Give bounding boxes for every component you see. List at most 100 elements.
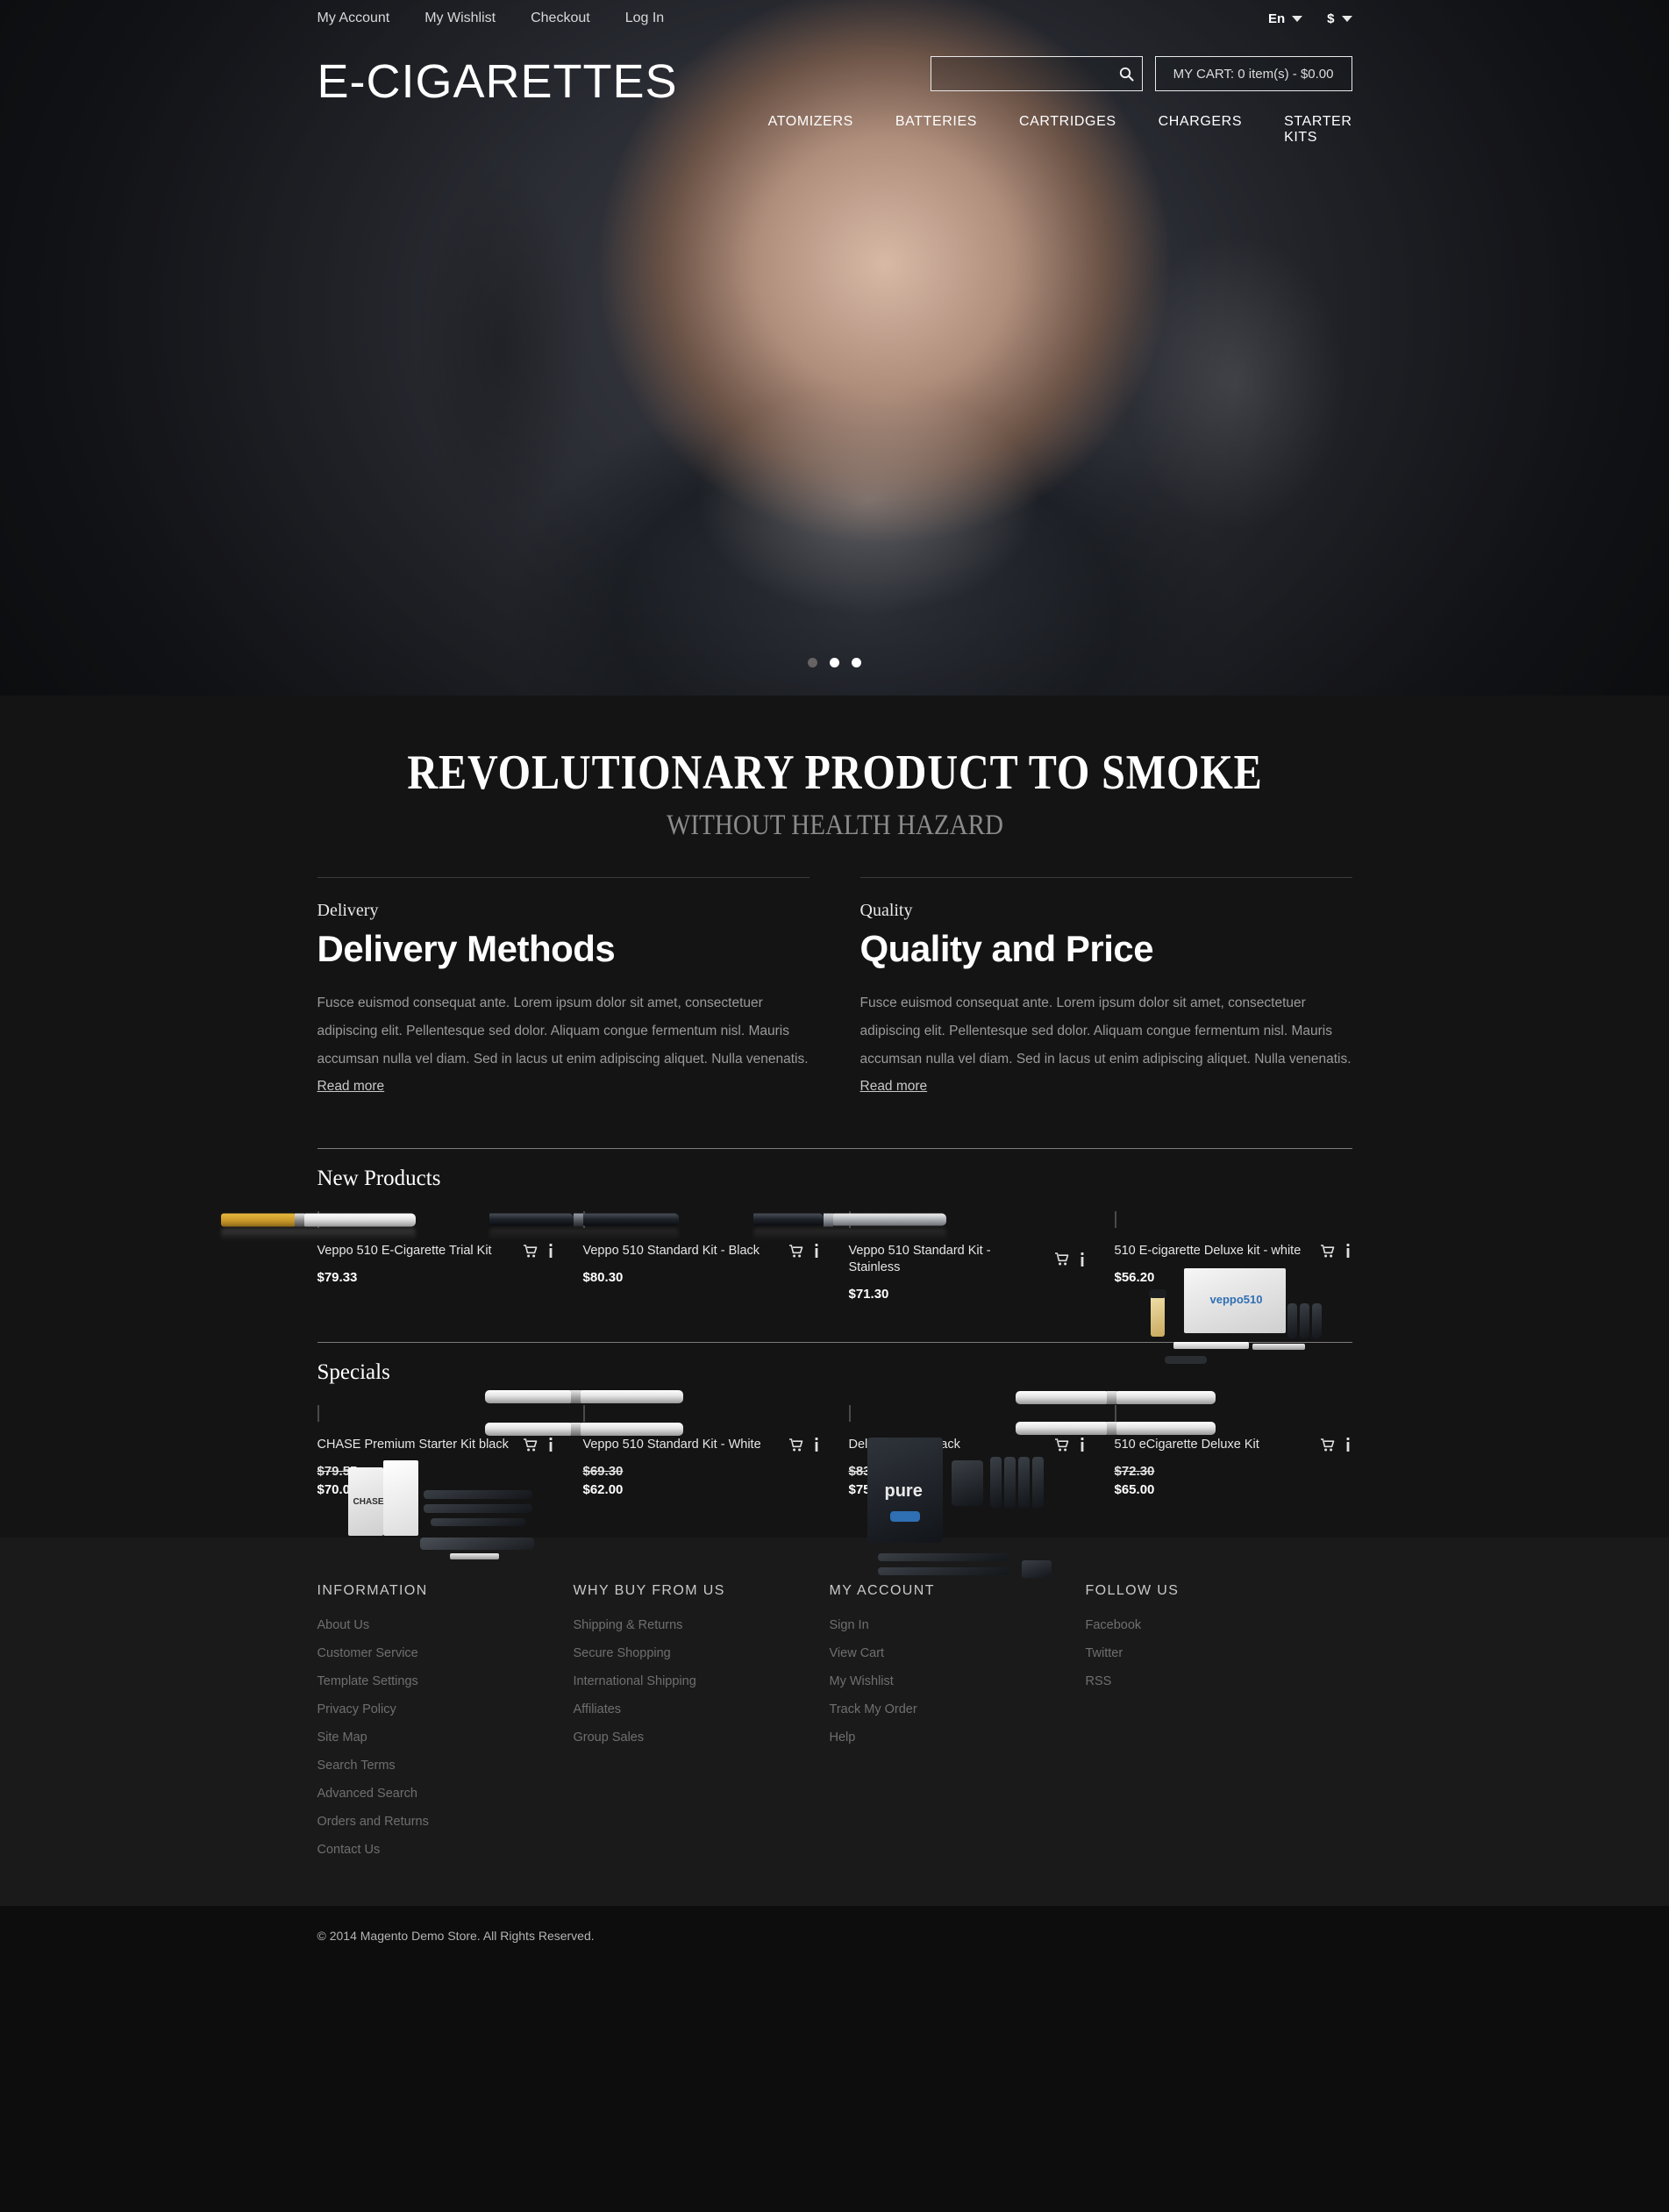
hero-banner: My Account My Wishlist Checkout Log In E… [0, 0, 1669, 696]
nav-item-chargers[interactable]: CHARGERS [1159, 114, 1242, 146]
product-image[interactable] [752, 1211, 946, 1241]
feature-body: Fusce euismod consequat ante. Lorem ipsu… [860, 989, 1352, 1101]
promo-subheadline: WITHOUT HEALTH HAZARD [666, 810, 1003, 841]
add-to-cart-button[interactable] [787, 1438, 805, 1452]
slider-dot-1[interactable] [808, 658, 817, 667]
top-link-my-wishlist[interactable]: My Wishlist [424, 11, 496, 26]
search-button[interactable] [1112, 57, 1142, 90]
product-card: 510 eCigarette Deluxe Kit $72.30 $65.00 [1015, 1391, 1352, 1497]
product-name[interactable]: Veppo 510 Standard Kit - White [583, 1437, 780, 1453]
product-info-button[interactable] [1344, 1244, 1352, 1259]
footer-column-follow-us: FOLLOW US Facebook Twitter RSS [1086, 1583, 1342, 1871]
footer-link-advanced-search[interactable]: Advanced Search [317, 1787, 574, 1801]
add-to-cart-button[interactable] [1318, 1438, 1337, 1452]
footer-link-rss[interactable]: RSS [1086, 1674, 1342, 1688]
feature-body-text: Fusce euismod consequat ante. Lorem ipsu… [859, 995, 1352, 1067]
product-name[interactable]: 510 E-cigarette Deluxe kit - white [1115, 1243, 1311, 1259]
read-more-link[interactable]: Read more [860, 1079, 928, 1094]
top-link-my-account[interactable]: My Account [317, 11, 390, 26]
product-info-button[interactable] [1078, 1252, 1087, 1267]
footer-link-secure-shopping[interactable]: Secure Shopping [574, 1646, 830, 1660]
new-products-header: New Products [317, 1148, 1352, 1191]
product-artwork [752, 1213, 946, 1241]
product-name[interactable]: 510 eCigarette Deluxe Kit [1115, 1437, 1311, 1453]
product-name-row: Veppo 510 Standard Kit - White [583, 1437, 821, 1453]
product-info-button[interactable] [546, 1438, 555, 1452]
product-info-button[interactable] [812, 1438, 821, 1452]
language-label: En [1267, 11, 1286, 26]
page-root: My Account My Wishlist Checkout Log In E… [0, 0, 1669, 1966]
add-to-cart-button[interactable] [521, 1245, 539, 1258]
feature-quality: Quality Quality and Price Fusce euismod … [859, 877, 1352, 1101]
nav-item-atomizers[interactable]: ATOMIZERS [768, 114, 853, 146]
footer-link-track-my-order[interactable]: Track My Order [830, 1702, 1086, 1716]
add-to-cart-button[interactable] [1052, 1252, 1071, 1266]
footer-link-international-shipping[interactable]: International Shipping [574, 1674, 830, 1688]
footer-link-template-settings[interactable]: Template Settings [317, 1674, 574, 1688]
nav-item-starter-kits[interactable]: STARTER KITS [1284, 114, 1352, 146]
footer-link-group-sales[interactable]: Group Sales [574, 1730, 830, 1745]
feature-kicker: Delivery [317, 901, 379, 920]
product-artwork [489, 1213, 679, 1241]
footer-link-customer-service[interactable]: Customer Service [317, 1646, 574, 1660]
product-image[interactable]: veppo510 [1114, 1211, 1322, 1365]
chevron-down-icon [1341, 15, 1352, 22]
footer-columns: INFORMATION About Us Customer Service Te… [317, 1583, 1352, 1871]
footer-link-twitter[interactable]: Twitter [1086, 1646, 1342, 1660]
cart-button[interactable]: MY CART: 0 item(s) - $0.00 [1154, 56, 1352, 91]
add-to-cart-button[interactable] [521, 1438, 539, 1452]
cart-icon [523, 1245, 537, 1258]
info-icon [815, 1244, 817, 1259]
add-to-cart-button[interactable] [1052, 1438, 1071, 1452]
product-info-button[interactable] [812, 1244, 821, 1259]
feature-kicker: Quality [859, 901, 913, 920]
footer-link-shipping-returns[interactable]: Shipping & Returns [574, 1618, 830, 1632]
footer-link-about-us[interactable]: About Us [317, 1618, 574, 1632]
product-name-row: 510 E-cigarette Deluxe kit - white [1115, 1243, 1352, 1259]
product-name[interactable]: Veppo 510 Standard Kit - Black [583, 1243, 780, 1259]
nav-item-cartridges[interactable]: CARTRIDGES [1019, 114, 1116, 146]
footer-link-search-terms[interactable]: Search Terms [317, 1759, 574, 1773]
info-icon [1346, 1244, 1349, 1259]
footer-link-site-map[interactable]: Site Map [317, 1730, 574, 1745]
footer-link-orders-and-returns[interactable]: Orders and Returns [317, 1815, 574, 1829]
footer-link-contact-us[interactable]: Contact Us [317, 1843, 574, 1857]
product-image[interactable]: CHASE [317, 1404, 534, 1559]
product-info-button[interactable] [1078, 1438, 1087, 1452]
footer-link-help[interactable]: Help [830, 1730, 1086, 1745]
footer-link-facebook[interactable]: Facebook [1086, 1618, 1342, 1632]
product-name-row: Veppo 510 E-Cigarette Trial Kit [317, 1243, 555, 1259]
product-image[interactable] [220, 1211, 416, 1241]
footer-link-affiliates[interactable]: Affiliates [574, 1702, 830, 1716]
info-icon [1081, 1438, 1083, 1452]
footer-link-privacy-policy[interactable]: Privacy Policy [317, 1702, 574, 1716]
slider-dot-2[interactable] [830, 658, 839, 667]
footer-link-view-cart[interactable]: View Cart [830, 1646, 1086, 1660]
language-selector[interactable]: En [1267, 11, 1303, 26]
add-to-cart-button[interactable] [787, 1245, 805, 1258]
product-image[interactable]: pure [848, 1404, 1052, 1578]
product-info-button[interactable] [1344, 1438, 1352, 1452]
nav-item-batteries[interactable]: BATTERIES [895, 114, 977, 146]
footer-link-sign-in[interactable]: Sign In [830, 1618, 1086, 1632]
product-old-price: $69.30 [582, 1463, 624, 1479]
locale-selectors: En $ [1268, 11, 1352, 26]
product-price: $65.00 [1114, 1481, 1155, 1497]
site-logo[interactable]: E-CIGARETTES [317, 55, 678, 108]
add-to-cart-button[interactable] [1318, 1245, 1337, 1258]
read-more-link[interactable]: Read more [317, 1079, 385, 1094]
product-info-button[interactable] [546, 1244, 555, 1259]
slider-dot-3[interactable] [852, 658, 861, 667]
search-input[interactable] [931, 57, 1112, 90]
product-image[interactable] [484, 1390, 683, 1437]
top-link-checkout[interactable]: Checkout [531, 11, 590, 26]
footer-link-my-wishlist[interactable]: My Wishlist [830, 1674, 1086, 1688]
specials-grid: CHASE CHASE Premium Starter Kit black [317, 1390, 1352, 1578]
product-name[interactable]: CHASE Premium Starter Kit black [317, 1437, 514, 1453]
product-name[interactable]: Veppo 510 E-Cigarette Trial Kit [317, 1243, 514, 1259]
product-name[interactable]: Veppo 510 Standard Kit - Stainless [849, 1243, 1045, 1276]
top-link-log-in[interactable]: Log In [625, 11, 664, 26]
product-image[interactable] [489, 1211, 679, 1241]
currency-selector[interactable]: $ [1327, 11, 1352, 26]
product-image[interactable] [1015, 1391, 1216, 1436]
